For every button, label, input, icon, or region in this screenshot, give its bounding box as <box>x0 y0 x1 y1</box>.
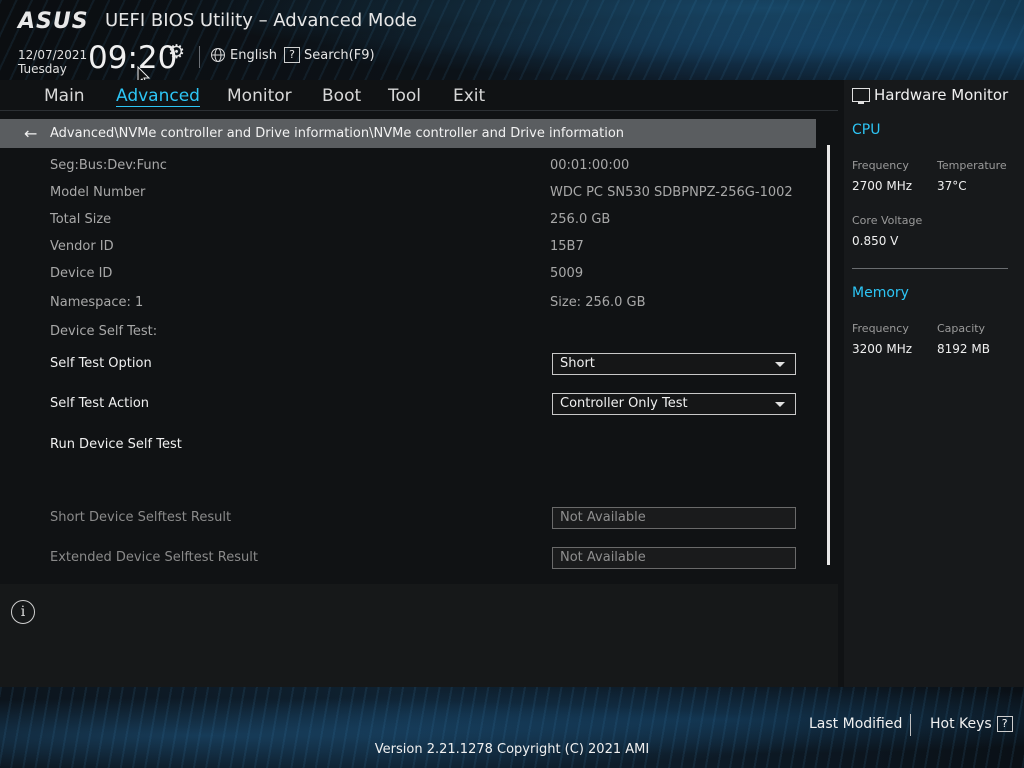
footer-bar: Last Modified Hot Keys ? Version 2.21.12… <box>0 687 1024 768</box>
cpu-frequency-label: Frequency <box>852 159 909 172</box>
search-button[interactable]: ? Search(F9) <box>284 47 375 63</box>
day-text: Tuesday <box>18 62 67 76</box>
date-display: 12/07/2021 Tuesday <box>18 48 87 76</box>
globe-icon <box>211 48 225 62</box>
breadcrumb-path: Advanced\NVMe controller and Drive infor… <box>50 126 625 141</box>
self-test-action-value: Controller Only Test <box>560 396 688 411</box>
run-device-self-test-button[interactable]: Run Device Self Test <box>50 437 182 452</box>
info-value: 5009 <box>550 266 584 281</box>
settings-panel: Seg:Bus:Dev:Func 00:01:00:00 Model Numbe… <box>0 150 828 578</box>
info-value: WDC PC SN530 SDBPNPZ-256G-1002 <box>550 185 793 200</box>
self-test-action-dropdown[interactable]: Controller Only Test <box>552 393 796 415</box>
chevron-down-icon <box>775 362 785 367</box>
main-menu-bar: Main Advanced Monitor Boot Tool Exit <box>0 80 838 111</box>
cpu-core-voltage-label: Core Voltage <box>852 214 923 227</box>
memory-frequency-value: 3200 MHz <box>852 342 913 356</box>
app-title: UEFI BIOS Utility – Advanced Mode <box>105 10 417 31</box>
memory-heading: Memory <box>852 285 909 301</box>
cpu-temperature-label: Temperature <box>937 159 1007 172</box>
breadcrumb: ← Advanced\NVMe controller and Drive inf… <box>0 119 816 148</box>
clock-display: 09:20 <box>88 40 178 76</box>
self-test-option-value: Short <box>560 356 595 371</box>
hot-keys-label: Hot Keys <box>930 716 992 732</box>
extended-selftest-result-label: Extended Device Selftest Result <box>50 550 258 565</box>
cpu-core-voltage-value: 0.850 V <box>852 234 899 248</box>
cpu-heading: CPU <box>852 122 881 138</box>
monitor-icon <box>852 88 870 104</box>
info-label: Model Number <box>50 185 146 200</box>
footer-divider <box>910 714 911 736</box>
short-selftest-result-value: Not Available <box>552 507 796 529</box>
extended-selftest-result-value: Not Available <box>552 547 796 569</box>
language-label: English <box>230 47 277 63</box>
info-label: Vendor ID <box>50 239 114 254</box>
info-value: 00:01:00:00 <box>550 158 630 173</box>
cpu-frequency-value: 2700 MHz <box>852 179 913 193</box>
tab-monitor[interactable]: Monitor <box>227 86 292 106</box>
self-test-action-label: Self Test Action <box>50 396 150 411</box>
hardware-monitor-panel: Hardware Monitor CPU Frequency Temperatu… <box>844 80 1024 687</box>
memory-frequency-label: Frequency <box>852 322 909 335</box>
memory-capacity-value: 8192 MB <box>937 342 990 356</box>
short-selftest-result-label: Short Device Selftest Result <box>50 510 232 525</box>
info-value: 256.0 GB <box>550 212 611 227</box>
tab-tool[interactable]: Tool <box>388 86 421 106</box>
info-value: Size: 256.0 GB <box>550 295 646 310</box>
last-modified-label: Last Modified <box>809 716 903 732</box>
info-label: Total Size <box>50 212 112 227</box>
help-icon: ? <box>996 716 1013 732</box>
language-selector[interactable]: English <box>210 47 277 63</box>
search-help-icon: ? <box>284 47 300 63</box>
help-panel: i <box>0 584 838 687</box>
info-icon: i <box>11 600 35 624</box>
hardware-monitor-label: Hardware Monitor <box>874 86 1009 104</box>
cpu-temperature-value: 37°C <box>937 179 967 193</box>
section-label: Device Self Test: <box>50 324 158 339</box>
chevron-down-icon <box>775 402 785 407</box>
tab-boot[interactable]: Boot <box>322 86 361 106</box>
memory-capacity-label: Capacity <box>937 322 986 335</box>
self-test-option-label: Self Test Option <box>50 356 152 371</box>
back-arrow-icon[interactable]: ← <box>24 124 46 143</box>
section-divider <box>852 268 1008 269</box>
hot-keys-button[interactable]: Hot Keys ? <box>930 716 1013 732</box>
tab-advanced[interactable]: Advanced <box>116 86 200 107</box>
search-label: Search(F9) <box>304 47 375 63</box>
content-scrollbar[interactable] <box>827 145 830 565</box>
self-test-option-dropdown[interactable]: Short <box>552 353 796 375</box>
info-label: Device ID <box>50 266 113 281</box>
last-modified-button[interactable]: Last Modified <box>809 716 902 732</box>
date-text: 12/07/2021 <box>18 48 88 62</box>
version-text: Version 2.21.1278 Copyright (C) 2021 AMI <box>374 742 650 757</box>
gear-icon[interactable]: ⚙ <box>168 41 185 63</box>
asus-logo: ASUS <box>18 9 89 34</box>
tab-main[interactable]: Main <box>44 86 85 106</box>
header-divider <box>199 46 200 68</box>
tab-exit[interactable]: Exit <box>453 86 485 106</box>
info-value: 15B7 <box>550 239 584 254</box>
top-banner: ASUS UEFI BIOS Utility – Advanced Mode 1… <box>0 0 1024 87</box>
info-label: Seg:Bus:Dev:Func <box>50 158 167 173</box>
info-label: Namespace: 1 <box>50 295 144 310</box>
hardware-monitor-title: Hardware Monitor <box>852 86 1008 104</box>
